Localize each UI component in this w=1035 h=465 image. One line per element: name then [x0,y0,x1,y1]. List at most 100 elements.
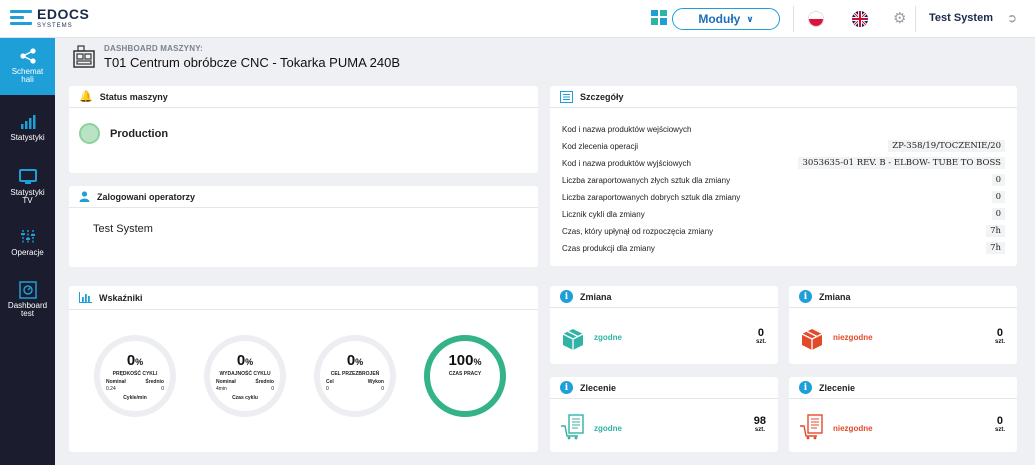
logo-mark-icon [10,8,32,28]
gauge: 0% PRĘDKOŚĆ CYKLI Nominał Średnio 0.24 0 Cykle… [92,333,178,419]
detail-value [997,128,1005,130]
detail-row: Czas produkcji dla zmiany 7h [562,241,1005,255]
operators-card-header: Zalogowani operatorzy [69,186,538,208]
modules-dropdown-button[interactable]: Moduły ∨ [672,8,780,30]
sidebar-item-statystyki[interactable]: Statystyki [0,113,55,142]
counter-label: zgodne [594,333,622,342]
gauge-unit: Czas cyklu [232,395,258,401]
gauge: 100% CZAS PRACY [422,333,508,419]
user-name[interactable]: Test System [929,12,993,24]
counter-value: 98 [753,415,766,427]
gauge-sub-left-value: 0.24 [106,386,116,392]
bar-chart-icon [20,113,36,131]
sidebar-item-label: Statystyki [10,133,45,142]
cart-ok-icon [561,414,584,440]
status-indicator [79,123,100,144]
counter-label: niezgodne [833,424,873,433]
sidebar-item-operacje[interactable]: Operacje [0,228,55,257]
gauge-value: 0% [126,352,144,369]
gauge-value: 0% [346,352,364,369]
counter-value: 0 [996,415,1004,427]
detail-label: Liczba zaraportowanych złych sztuk dla z… [562,175,731,185]
logo-sub-text: SYSTEMS [37,23,73,29]
detail-value: 7h [986,225,1005,237]
operator-name: Test System [93,223,153,235]
operators-card: Zalogowani operatorzy Test System [69,186,538,267]
dashboard-icon [18,281,37,299]
box-ok-icon [562,329,584,350]
counter-unit: szt. [994,427,1005,433]
status-card-title: Status maszyny [99,91,168,102]
detail-row: Czas, który upłynął od rozpoczęcia zmian… [562,224,1005,238]
counter-label: zgodne [594,424,622,433]
flag-gb-icon[interactable] [852,11,868,27]
status-card-header: 🔔 Status maszyny [69,86,538,108]
counter-card-title: Zlecenie [580,382,617,393]
counter-card-order-bad: i Zlecenie niezgodne 0 szt. [789,377,1017,452]
counter-card-header: i Zlecenie [550,377,778,399]
gauge: 0% WYDAJNOŚĆ CYKLU Nominał Średnio 4min 0 Czas… [202,333,288,419]
indicators-card: Wskaźniki 0% PRĘDKOŚĆ CYKLI Nominał Średnio… [69,286,538,452]
counter-unit: szt. [754,427,765,433]
detail-value: 7h [986,242,1005,254]
gauge-value: 100% [448,352,482,369]
detail-label: Kod i nazwa produktów wyjściowych [562,158,691,168]
info-icon: i [560,381,573,394]
detail-row: Liczba zaraportowanych złych sztuk dla z… [562,173,1005,187]
counter-card-title: Zmiana [819,291,851,302]
gauge-sub-left: Cel [326,379,334,385]
detail-row: Licznik cykli dla zmiany 0 [562,207,1005,221]
sidebar-item-label: Schemat hali [11,67,44,85]
sidebar-item-dashboard-test[interactable]: Dashboard test [0,281,55,319]
gauge-sub-right: Średnio [145,379,164,385]
info-icon: i [560,290,573,303]
gauge-name: CEL PRZEZBROJEŃ [330,371,380,377]
logout-icon[interactable]: ➲ [1007,11,1017,25]
gauge-sub-right: Średnio [255,379,274,385]
detail-label: Liczba zaraportowanych dobrych sztuk dla… [562,192,741,202]
sidebar-item-statystyki-tv[interactable]: Statystyki TV [0,168,55,206]
bell-icon: 🔔 [79,91,93,103]
sidebar-item-label: Statystyki TV [10,188,45,206]
counter-card-header: i Zlecenie [789,377,1017,399]
counter-label: niezgodne [833,333,873,342]
logo[interactable]: EDOCS SYSTEMS [10,7,89,29]
detail-label: Czas, który upłynął od rozpoczęcia zmian… [562,226,714,236]
status-card: 🔔 Status maszyny Production [69,86,538,173]
detail-label: Licznik cykli dla zmiany [562,209,645,219]
settings-gear-icon[interactable]: ⚙ [893,11,906,27]
bar-chart-icon [79,292,92,303]
monitor-icon [18,168,37,186]
detail-row: Kod zlecenia operacji ZP-358/19/TOCZENIE/… [562,139,1005,153]
counter-card-header: i Zmiana [789,286,1017,308]
page-title: T01 Centrum obróbcze CNC - Tokarka PUMA … [104,55,400,70]
counter-card-title: Zmiana [580,291,612,302]
modules-grid-icon[interactable] [651,10,669,26]
counter-card-order-ok: i Zlecenie zgodne 98 szt. [550,377,778,452]
gauge-sub-left-value: 4min [216,386,227,392]
counter-value: 0 [757,327,765,339]
operators-card-title: Zalogowani operatorzy [97,191,196,202]
detail-label: Kod zlecenia operacji [562,141,639,151]
gauge-value: 0% [236,352,254,369]
gauge-name: CZAS PRACY [448,371,482,377]
counter-unit: szt. [994,339,1005,345]
gauge-name: PRĘDKOŚĆ CYKLI [112,371,158,377]
divider [915,6,916,32]
sidebar: Schemat hali Statystyki Statystyki TV Op… [0,38,55,465]
detail-row: Liczba zaraportowanych dobrych sztuk dla… [562,190,1005,204]
detail-row: Kod i nazwa produktów wejściowych [562,122,1005,136]
info-icon: i [799,290,812,303]
counter-value: 0 [996,327,1004,339]
sidebar-item-schemat-hali[interactable]: Schemat hali [0,38,55,95]
gauge-name: WYDAJNOŚĆ CYKLU [219,371,271,377]
detail-value: ZP-358/19/TOCZENIE/20 [888,140,1005,152]
gauge-sub-left: Nominał [106,379,126,385]
top-bar: EDOCS SYSTEMS Moduły ∨ ⚙ Test System ➲ [0,0,1035,38]
details-card-header: Szczegóły [550,86,1017,108]
sliders-icon [20,228,36,246]
gauge-sub-right-value: 0 [271,386,274,392]
flag-pl-icon[interactable] [808,11,824,27]
details-card: Szczegóły Kod i nazwa produktów wejściow… [550,86,1017,266]
counter-card-shift-bad: i Zmiana niezgodne 0 szt. [789,286,1017,364]
